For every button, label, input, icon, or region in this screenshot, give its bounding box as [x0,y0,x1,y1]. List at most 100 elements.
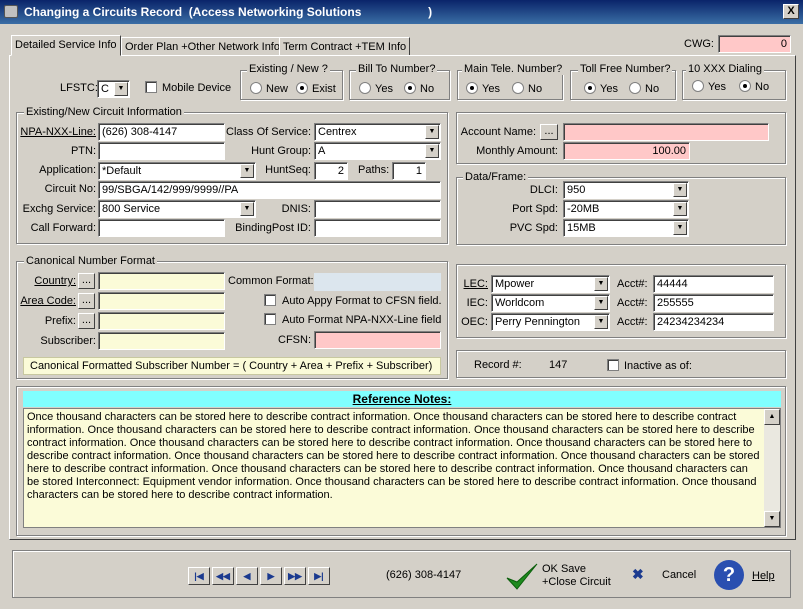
radio-label: Yes [708,81,726,93]
prefix-field[interactable] [98,312,225,330]
common-format-field [314,273,441,291]
radio-toll-no[interactable]: No [629,82,659,95]
monthly-amount-field[interactable]: 100.00 [563,142,690,160]
account-browse-button[interactable]: ... [540,124,558,140]
account-name-label: Account Name: [460,126,536,138]
lec-select[interactable]: Mpower ▼ [491,275,610,293]
next-icon: ▶ [267,571,275,581]
area-code-field[interactable] [98,292,225,310]
class-of-service-value: Centrex [318,126,357,138]
npa-field[interactable]: (626) 308-4147 [98,123,225,141]
scroll-down-icon[interactable]: ▼ [764,511,780,527]
tab-label: Detailed Service Info [15,39,117,51]
subscriber-field[interactable] [98,332,225,350]
radio-main-yes[interactable]: Yes [466,82,500,95]
reference-notes-textarea[interactable]: Once thousand characters can be stored h… [23,408,781,528]
radio-bill-no[interactable]: No [404,82,434,95]
radio-toll-yes[interactable]: Yes [584,82,618,95]
pvc-spd-value: 15MB [567,222,596,234]
cfsn-field[interactable] [314,331,441,349]
dlci-select[interactable]: 950 ▼ [563,181,689,199]
oec-acct-field[interactable]: 24234234234 [653,313,774,331]
inactive-checkbox[interactable] [607,359,619,371]
radio-exist[interactable]: Exist [296,82,336,95]
cancel-button[interactable]: ✖ Cancel [632,566,702,586]
account-name-field[interactable] [563,123,769,141]
ok-save-button[interactable]: OK Save +Close Circuit [505,560,613,594]
help-label: Help [752,570,775,582]
radio-main-no[interactable]: No [512,82,542,95]
port-spd-select[interactable]: -20MB ▼ [563,200,689,218]
tab-detailed-service-info[interactable]: Detailed Service Info [11,35,121,56]
tab-label: Order Plan +Other Network Info [125,41,280,53]
radio-label: No [420,83,435,95]
close-window-button[interactable]: X [783,4,799,19]
radio-circle [296,82,308,94]
chevron-down-icon: ▼ [673,202,687,216]
huntseq-field[interactable]: 2 [314,162,348,180]
next-page-button[interactable]: ▶▶ [284,567,306,585]
mobile-device-checkbox[interactable] [145,81,157,93]
auto-apply-checkbox[interactable] [264,294,276,306]
radio-bill-yes[interactable]: Yes [359,82,393,95]
dnis-label: DNIS: [281,203,311,215]
ptn-field[interactable] [98,142,225,160]
last-record-button[interactable]: ▶| [308,567,330,585]
application-label: Application: [39,164,96,176]
auto-apply-label: Auto Appy Format to CFSN field. [282,295,442,307]
bindingpost-field[interactable] [314,219,441,237]
country-browse-button[interactable]: ... [78,273,95,289]
iec-acct-field[interactable]: 255555 [653,294,774,312]
radio-xxx-no[interactable]: No [739,80,769,93]
hunt-group-select[interactable]: A ▼ [314,142,441,160]
paths-label: Paths: [358,164,390,176]
call-forward-field[interactable] [98,219,225,237]
lfstc-select[interactable]: C ▼ [97,80,130,98]
prev-page-icon: ◀◀ [216,571,230,581]
iec-value: Worldcom [495,297,545,309]
circuit-no-field[interactable]: 99/SBGA/142/999/9999//PA [98,181,441,199]
oec-select[interactable]: Perry Pennington ▼ [491,313,610,331]
record-value: 147 [549,359,568,371]
class-of-service-select[interactable]: Centrex ▼ [314,123,441,141]
prefix-browse-button[interactable]: ... [78,313,95,329]
exchg-service-select[interactable]: 800 Service ▼ [98,200,256,218]
radio-circle [584,82,596,94]
lfstc-value: C [101,83,109,95]
notes-scrollbar[interactable]: ▲ ▼ [764,409,780,527]
radio-circle [404,82,416,94]
first-icon: |◀ [194,571,204,581]
cwg-field[interactable]: 0 [718,35,791,53]
chevron-down-icon: ▼ [240,202,254,216]
dnis-field[interactable] [314,200,441,218]
inactive-label: Inactive as of: [624,360,692,372]
next-record-button[interactable]: ▶ [260,567,282,585]
tab-order-plan[interactable]: Order Plan +Other Network Info [121,37,284,55]
prev-record-button[interactable]: ◀ [236,567,258,585]
radio-label: Yes [482,83,500,95]
country-field[interactable] [98,272,225,290]
help-question-icon: ? [714,560,744,590]
tab-term-contract[interactable]: Term Contract +TEM Info [279,37,411,55]
window-title: Changing a Circuits Record (Access Netwo… [24,5,433,19]
port-spd-label: Port Spd: [512,203,558,215]
radio-new[interactable]: New [250,82,288,95]
prev-page-button[interactable]: ◀◀ [212,567,234,585]
scroll-up-icon[interactable]: ▲ [764,409,780,425]
reference-notes-text: Once thousand characters can be stored h… [27,411,760,501]
oec-value: Perry Pennington [495,316,580,328]
radio-xxx-yes[interactable]: Yes [692,80,726,93]
area-code-browse-button[interactable]: ... [78,293,95,309]
huntseq-label: HuntSeq: [265,164,311,176]
help-button[interactable]: ? Help [714,558,780,592]
paths-field[interactable]: 1 [392,162,426,180]
lec-acct-field[interactable]: 44444 [653,275,774,293]
npa-label: NPA-NXX-Line: [20,126,96,138]
monthly-amount-label: Monthly Amount: [476,145,558,157]
iec-select[interactable]: Worldcom ▼ [491,294,610,312]
pvc-spd-select[interactable]: 15MB ▼ [563,219,689,237]
first-record-button[interactable]: |◀ [188,567,210,585]
auto-format-checkbox[interactable] [264,313,276,325]
application-select[interactable]: *Default ▼ [98,162,256,180]
radio-circle [739,80,751,92]
